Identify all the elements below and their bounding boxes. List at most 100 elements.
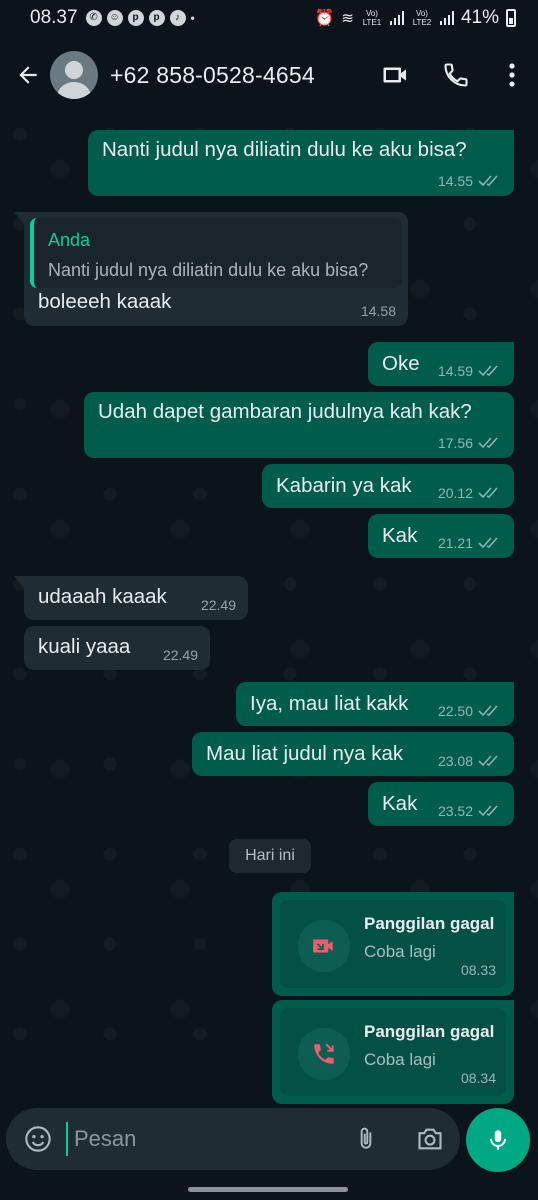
message-text: Kak <box>382 792 418 815</box>
message-list[interactable]: Nanti judul nya diliatin dulu ke aku bis… <box>0 114 538 1104</box>
message-meta: 20.12 <box>438 485 502 501</box>
call-card[interactable]: Panggilan gagal Coba lagi 08.33 <box>280 900 506 988</box>
message-text: udaaah kaaak <box>38 585 167 608</box>
message-text: Oke <box>382 352 420 375</box>
message-text: Kak <box>382 524 418 547</box>
signal-icon <box>439 11 454 25</box>
quoted-message[interactable]: Anda Nanti judul nya diliatin dulu ke ak… <box>30 218 402 288</box>
status-time: 08.37 <box>30 7 78 28</box>
pinterest-icon: p <box>127 10 144 26</box>
message-meta: 17.56 <box>438 435 502 451</box>
camera-icon <box>418 1128 442 1150</box>
call-subtitle: Coba lagi <box>364 1050 436 1069</box>
message-time: 22.50 <box>437 703 473 719</box>
message-meta: 14.58 <box>361 303 396 319</box>
message-time: 22.49 <box>162 647 198 663</box>
double-check-icon <box>478 755 498 767</box>
more-dot-icon: • <box>190 11 195 25</box>
voice-message-button[interactable] <box>466 1108 530 1172</box>
paperclip-icon <box>360 1127 372 1149</box>
incoming-message[interactable]: Anda Nanti judul nya diliatin dulu ke ak… <box>14 212 408 326</box>
outgoing-message[interactable]: Kak 23.52 <box>368 782 514 826</box>
missed-call-message[interactable]: Panggilan gagal Coba lagi 08.34 <box>272 1000 514 1104</box>
camera-button[interactable] <box>410 1119 450 1159</box>
incoming-message[interactable]: udaaah kaaak 22.49 <box>14 576 248 620</box>
emoji-button[interactable] <box>18 1119 58 1159</box>
battery-percent: 41% <box>460 7 499 28</box>
sim1-label: Vo) LTE1 <box>362 9 382 27</box>
message-meta: 22.49 <box>163 647 198 663</box>
battery-icon <box>506 9 516 27</box>
message-text: Mau liat judul nya kak <box>206 742 404 765</box>
composer <box>6 1108 460 1170</box>
menu-button[interactable] <box>486 45 538 105</box>
message-text: Kabarin ya kak <box>276 474 412 497</box>
emoji-icon <box>25 1126 51 1152</box>
missed-call-message[interactable]: Panggilan gagal Coba lagi 08.33 <box>272 892 514 996</box>
sim2-label: Vo) LTE2 <box>412 9 432 27</box>
message-meta: 22.49 <box>201 597 236 613</box>
more-vertical-icon <box>509 63 515 87</box>
contact-name[interactable]: +62 858-0528-4654 <box>110 62 366 89</box>
outgoing-message[interactable]: Nanti judul nya diliatin dulu ke aku bis… <box>88 130 514 196</box>
outgoing-message[interactable]: Kak 21.21 <box>368 514 514 558</box>
incoming-message[interactable]: kuali yaaa 22.49 <box>24 626 210 670</box>
message-time: 17.56 <box>437 435 473 451</box>
date-divider: Hari ini <box>229 839 311 873</box>
message-meta: 23.52 <box>438 803 502 819</box>
avatar[interactable] <box>50 51 98 99</box>
back-button[interactable] <box>6 53 50 97</box>
double-check-icon <box>478 537 498 549</box>
outgoing-message[interactable]: Mau liat judul nya kak 23.08 <box>192 732 514 776</box>
wifi-icon: ≋ <box>341 10 354 27</box>
phone-icon <box>444 63 468 87</box>
status-bar: 08.37 ✆ ☺ p p ♪ • ⏰ ≋ Vo) LTE1 Vo) LTE2 … <box>0 0 538 36</box>
message-time: 23.52 <box>437 803 473 819</box>
missed-voice-call-icon <box>298 1028 350 1080</box>
call-subtitle: Coba lagi <box>364 942 436 961</box>
message-text: Udah dapet gambaran judulnya kah kak? <box>98 400 472 423</box>
message-meta: 22.50 <box>438 703 502 719</box>
message-time: 21.21 <box>437 535 473 551</box>
call-card[interactable]: Panggilan gagal Coba lagi 08.34 <box>280 1008 506 1096</box>
outgoing-message[interactable]: Oke 14.59 <box>368 342 514 386</box>
double-check-icon <box>478 705 498 717</box>
attach-button[interactable] <box>346 1119 386 1159</box>
voice-call-button[interactable] <box>426 45 486 105</box>
alarm-icon: ⏰ <box>314 10 335 27</box>
message-text: boleeeh kaaak <box>38 290 172 313</box>
call-time: 08.34 <box>460 1070 496 1086</box>
tiktok-icon: ♪ <box>169 10 186 26</box>
message-meta: 23.08 <box>438 753 502 769</box>
message-time: 23.08 <box>437 753 473 769</box>
microphone-icon <box>489 1130 507 1150</box>
app-icon: ☺ <box>106 10 123 26</box>
message-time: 20.12 <box>437 485 473 501</box>
message-time: 14.59 <box>437 363 473 379</box>
pinterest-icon: p <box>148 10 165 26</box>
quote-text: Nanti judul nya diliatin dulu ke aku bis… <box>48 260 369 280</box>
message-meta: 14.59 <box>438 363 502 379</box>
video-call-button[interactable] <box>366 45 426 105</box>
message-time: 22.49 <box>200 597 236 613</box>
whatsapp-icon: ✆ <box>85 10 102 26</box>
call-title: Panggilan gagal <box>364 1022 495 1041</box>
message-time: 14.58 <box>360 303 396 319</box>
outgoing-message[interactable]: Udah dapet gambaran judulnya kah kak? 17… <box>84 392 514 458</box>
double-check-icon <box>478 805 498 817</box>
notification-icons: ✆ ☺ p p ♪ • <box>85 10 195 26</box>
arrow-left-icon <box>19 66 37 84</box>
message-input[interactable] <box>66 1122 336 1156</box>
gesture-handle[interactable] <box>188 1187 348 1192</box>
message-text: Iya, mau liat kakk <box>250 692 409 715</box>
chat-header: +62 858-0528-4654 <box>0 36 538 114</box>
call-time: 08.33 <box>460 962 496 978</box>
missed-video-call-icon <box>298 920 350 972</box>
signal-icon <box>389 11 404 25</box>
chat-screen: 08.37 ✆ ☺ p p ♪ • ⏰ ≋ Vo) LTE1 Vo) LTE2 … <box>0 0 538 1200</box>
outgoing-message[interactable]: Iya, mau liat kakk 22.50 <box>236 682 514 726</box>
message-text: Nanti judul nya diliatin dulu ke aku bis… <box>102 138 467 161</box>
outgoing-message[interactable]: Kabarin ya kak 20.12 <box>262 464 514 508</box>
message-text: kuali yaaa <box>38 635 131 658</box>
double-check-icon <box>478 365 498 377</box>
